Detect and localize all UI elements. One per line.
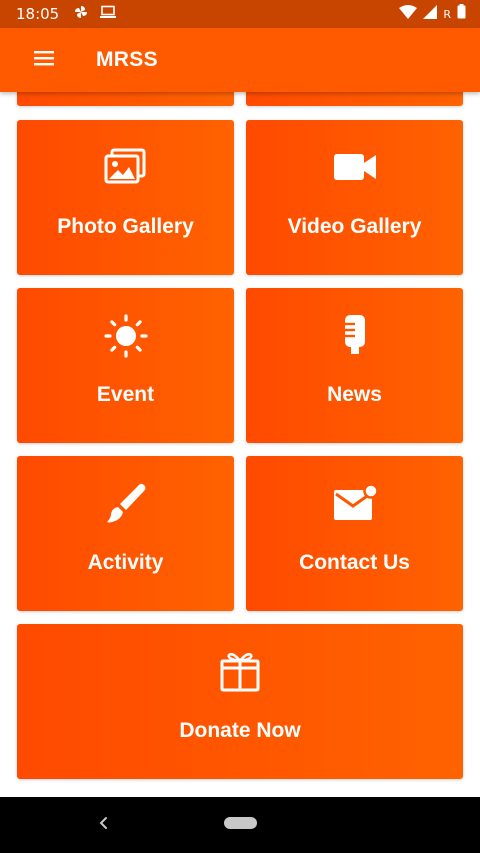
event-tile[interactable]: Event [17, 288, 234, 443]
laptop-icon [99, 5, 117, 24]
tile-label: Contact Us [299, 551, 410, 574]
activity-tile[interactable]: Activity [17, 456, 234, 611]
battery-icon [457, 4, 466, 24]
photo-gallery-icon [17, 148, 234, 184]
system-nav-bar [0, 797, 480, 853]
photo-gallery-tile[interactable]: Photo Gallery [17, 120, 234, 275]
news-tile[interactable]: News [246, 288, 463, 443]
status-time: 18:05 [16, 5, 60, 23]
menu-grid[interactable]: Photo Gallery Video Gallery Event News A… [0, 92, 480, 797]
pinwheel-icon [73, 4, 89, 25]
status-bar: 18:05 R [0, 0, 480, 28]
hamburger-menu-icon [33, 50, 55, 71]
app-bar: MRSS [0, 28, 480, 92]
donate-now-tile[interactable]: Donate Now [17, 624, 463, 779]
roaming-indicator: R [443, 7, 451, 21]
tile-partial-left[interactable] [17, 92, 234, 106]
tile-label: Video Gallery [287, 215, 422, 238]
tile-label: Photo Gallery [57, 215, 194, 238]
gift-icon [17, 650, 463, 692]
menu-button[interactable] [16, 28, 72, 92]
sun-icon [17, 314, 234, 358]
tile-label: News [327, 383, 382, 406]
wifi-icon [399, 4, 418, 24]
tile-label: Event [96, 383, 155, 406]
microphone-icon [246, 314, 463, 358]
back-icon[interactable] [92, 811, 116, 835]
home-pill-icon[interactable] [224, 817, 257, 829]
app-title: MRSS [96, 48, 158, 71]
cell-signal-icon [423, 4, 438, 24]
contact-us-tile[interactable]: Contact Us [246, 456, 463, 611]
video-gallery-tile[interactable]: Video Gallery [246, 120, 463, 275]
video-camera-icon [246, 152, 463, 182]
tile-label: Activity [87, 551, 164, 574]
mail-notification-icon [246, 484, 463, 522]
brush-icon [17, 482, 234, 526]
tile-partial-right[interactable] [246, 92, 463, 106]
tile-label: Donate Now [179, 719, 301, 742]
